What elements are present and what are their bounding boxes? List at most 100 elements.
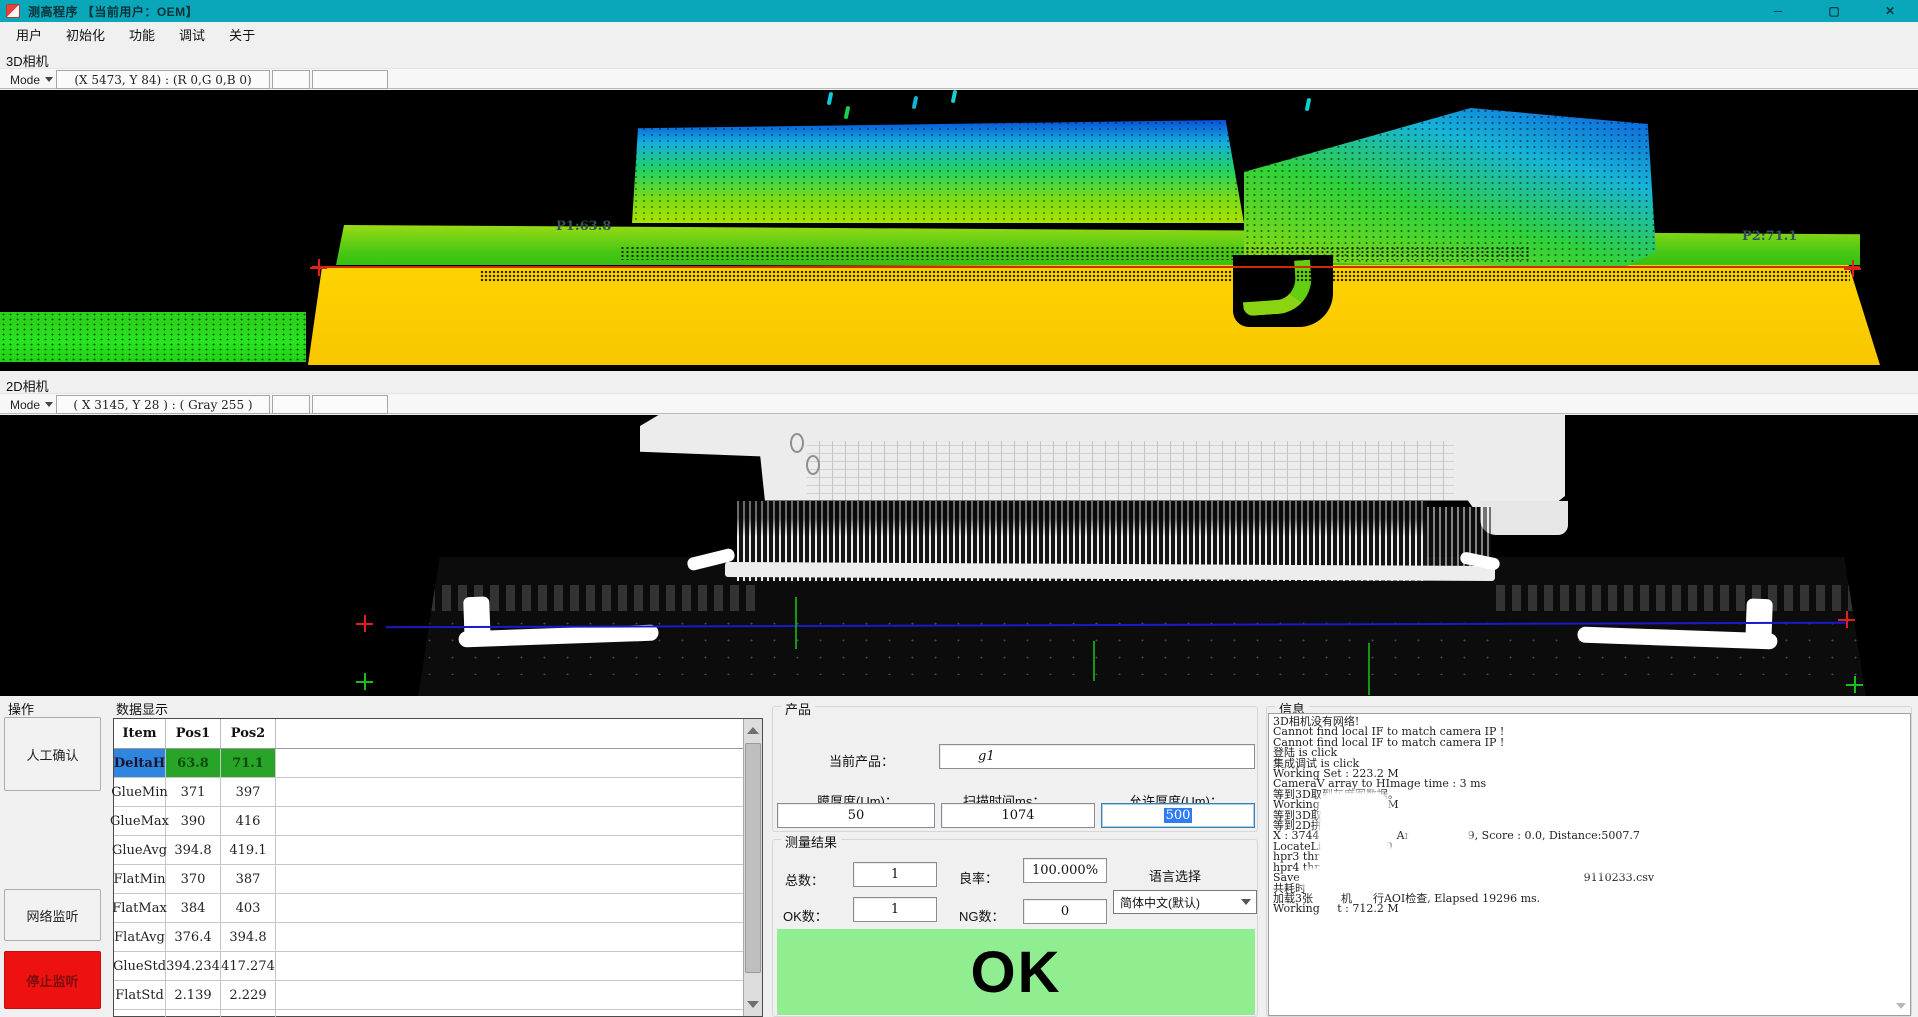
flex-pcb xyxy=(640,415,1565,507)
menu-item-4[interactable]: 调试 xyxy=(169,22,215,47)
selected-text: 500 xyxy=(1164,808,1193,823)
header-pos1[interactable]: Pos1 xyxy=(166,719,221,748)
cell-pos2[interactable]: 7966.7 xyxy=(221,1010,276,1017)
camera2d-mode-button[interactable]: Mode xyxy=(4,396,59,413)
table-row: FlatStd2.1392.229 xyxy=(114,981,762,1010)
cell-pos2[interactable]: 417.274 xyxy=(221,952,276,980)
scroll-up-arrow-icon[interactable] xyxy=(747,727,759,734)
yield-field[interactable]: 100.000% xyxy=(1023,858,1107,883)
cell-pos1[interactable]: 384 xyxy=(166,894,221,922)
menu-item-1[interactable]: 用户 xyxy=(6,22,52,47)
chevron-down-icon xyxy=(1241,899,1251,905)
ok-count-label: OK数： xyxy=(783,906,828,925)
cell-pos2[interactable]: 403 xyxy=(221,894,276,922)
cell-item[interactable]: FlatMin xyxy=(114,865,166,893)
window-controls: ─ ▢ ✕ xyxy=(1750,0,1918,22)
heightmap-center-mound xyxy=(632,120,1244,223)
language-dropdown[interactable]: 简体中文(默认) xyxy=(1113,890,1257,914)
grayscale-image-2d[interactable] xyxy=(0,415,1918,696)
cell-pos1[interactable]: 390 xyxy=(166,807,221,835)
cell-pos2[interactable]: 387 xyxy=(221,865,276,893)
minimize-button[interactable]: ─ xyxy=(1750,0,1806,22)
crosshair-marker xyxy=(1844,260,1861,277)
scan-time-field[interactable]: 1074 xyxy=(941,803,1095,828)
log-box[interactable]: 3D相机没有网络!Cannot find local IF to match c… xyxy=(1268,713,1911,1016)
cell-pos1[interactable]: 376.4 xyxy=(166,923,221,951)
redaction-patch xyxy=(1355,850,1829,870)
scrollbar-thumb[interactable] xyxy=(745,743,761,973)
data-table-body: DeltaH63.871.1GlueMin371397GlueMax390416… xyxy=(114,749,762,1017)
speck xyxy=(1305,98,1312,112)
camera3d-toolstrip: Mode (X 5473, Y 84) : (R 0,G 0,B 0) xyxy=(0,68,1918,89)
cell-item[interactable]: GlueMax xyxy=(114,807,166,835)
ng-count-field[interactable]: 0 xyxy=(1023,899,1107,924)
green-tick xyxy=(795,597,797,649)
total-field[interactable]: 1 xyxy=(853,862,937,887)
menu-item-5[interactable]: 关于 xyxy=(219,22,265,47)
cell-item[interactable]: FlatStd xyxy=(114,981,166,1009)
camera3d-status-cell-1 xyxy=(272,70,310,89)
ok-count-field[interactable]: 1 xyxy=(853,897,937,922)
table-row: GlueMin371397 xyxy=(114,778,762,807)
cell-pos1[interactable]: 2.139 xyxy=(166,981,221,1009)
camera3d-status-cell-2 xyxy=(312,70,388,89)
camera2d-coordinates: ( X 3145, Y 28 ) : ( Gray 255 ) xyxy=(56,395,270,414)
cell-pos2[interactable]: 2.229 xyxy=(221,981,276,1009)
green-tick xyxy=(1368,643,1370,695)
cell-item[interactable]: FlatMax xyxy=(114,894,166,922)
camera2d-status-cell-2 xyxy=(312,395,388,414)
data-table[interactable]: Item Pos1 Pos2 DeltaH63.871.1GlueMin3713… xyxy=(113,718,763,1017)
table-row: FlatMax384403 xyxy=(114,894,762,923)
cell-pos1[interactable]: 2583.5 xyxy=(166,1010,221,1017)
noise-band-2 xyxy=(480,270,1850,282)
cell-pos1[interactable]: 394.8 xyxy=(166,836,221,864)
green-tick xyxy=(1093,641,1095,681)
close-button[interactable]: ✕ xyxy=(1862,0,1918,22)
cell-item[interactable]: GlueAvg xyxy=(114,836,166,864)
cell-pos2[interactable]: 416 xyxy=(221,807,276,835)
scroll-down-arrow-icon[interactable] xyxy=(747,1001,759,1008)
flex-pcb-tab xyxy=(1480,501,1568,535)
current-product-field[interactable]: g1 xyxy=(939,744,1255,769)
yield-label: 良率： xyxy=(959,868,998,887)
header-item[interactable]: Item xyxy=(114,719,166,748)
allow-thickness-field[interactable]: 500 xyxy=(1101,803,1255,828)
scroll-down-arrow-icon[interactable] xyxy=(1896,1003,1906,1009)
camera2d-toolstrip: Mode ( X 3145, Y 28 ) : ( Gray 255 ) xyxy=(0,393,1918,414)
noise-band-1 xyxy=(620,246,1530,260)
cell-pos2[interactable]: 394.8 xyxy=(221,923,276,951)
manual-confirm-button[interactable]: 人工确认 xyxy=(4,717,101,791)
network-listen-button[interactable]: 网络监听 xyxy=(4,889,101,941)
film-thickness-field[interactable]: 50 xyxy=(777,803,935,828)
cell-item[interactable]: GlueStd xyxy=(114,952,166,980)
cell-pos1[interactable]: 370 xyxy=(166,865,221,893)
cell-pos1[interactable]: 63.8 xyxy=(166,749,221,777)
result-status-panel: OK xyxy=(777,929,1255,1015)
cell-item[interactable]: FlatAvg xyxy=(114,923,166,951)
dropdown-arrow-icon xyxy=(45,77,53,82)
results-groupbox: 测量结果 总数： 1 良率： 100.000% 语言选择 OK数： 1 NG数：… xyxy=(772,839,1258,1017)
menu-item-3[interactable]: 功能 xyxy=(119,22,165,47)
cell-item[interactable]: GlueMin xyxy=(114,778,166,806)
crosshair-marker xyxy=(310,259,327,276)
camera3d-mode-button[interactable]: Mode xyxy=(4,71,59,88)
cell-pos2[interactable]: 397 xyxy=(221,778,276,806)
pcb-ring-mark xyxy=(790,433,804,453)
cell-item[interactable]: DeltaH xyxy=(114,749,166,777)
log-line: Cannot find local IF to match camera IP … xyxy=(1273,738,1906,748)
table-scrollbar[interactable] xyxy=(743,719,762,1016)
cell-pos1[interactable]: 394.234 xyxy=(166,952,221,980)
cell-item[interactable]: X xyxy=(114,1010,166,1017)
menu-item-2[interactable]: 初始化 xyxy=(56,22,115,47)
height-map-3d[interactable]: P1:63.8 P2:71.1 xyxy=(0,90,1918,371)
crosshair-marker xyxy=(1838,611,1855,628)
app-window: 测高程序 【当前用户：OEM】 ─ ▢ ✕ 用户初始化功能调试关于 3D相机 M… xyxy=(0,0,1918,1017)
log-line: 登陆 is click xyxy=(1273,748,1906,758)
cell-pos2[interactable]: 419.1 xyxy=(221,836,276,864)
results-label: 测量结果 xyxy=(781,832,841,851)
cell-pos1[interactable]: 371 xyxy=(166,778,221,806)
maximize-button[interactable]: ▢ xyxy=(1806,0,1862,22)
stop-listen-button[interactable]: 停止监听 xyxy=(4,951,101,1009)
header-pos2[interactable]: Pos2 xyxy=(221,719,276,748)
cell-pos2[interactable]: 71.1 xyxy=(221,749,276,777)
